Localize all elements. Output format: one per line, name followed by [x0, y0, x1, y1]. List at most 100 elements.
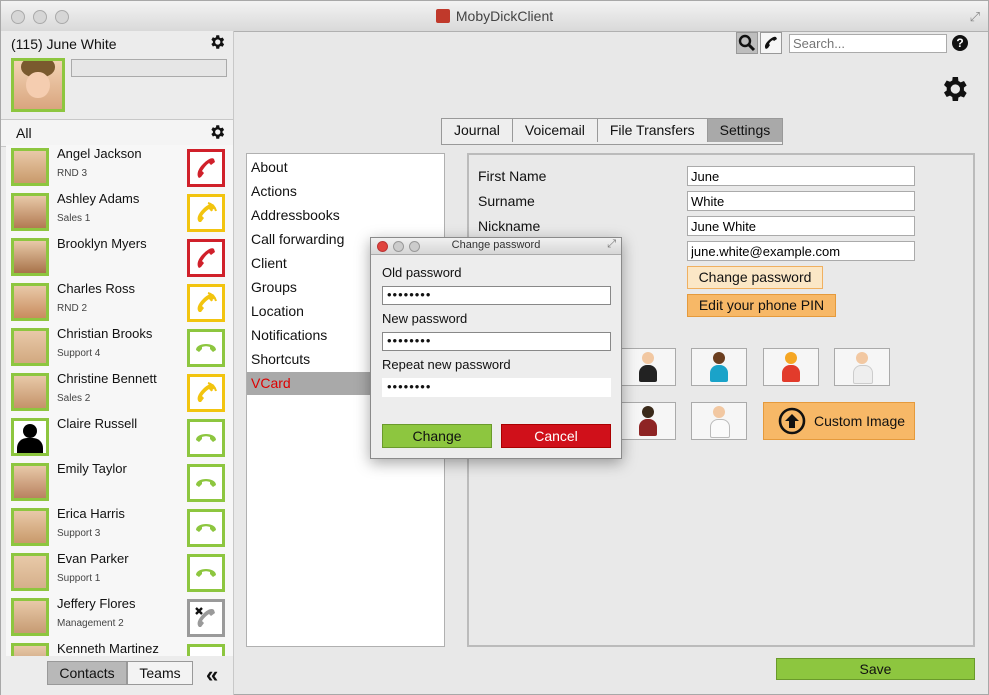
contact-group: RND 2 — [57, 303, 88, 314]
contact-group: Sales 2 — [57, 393, 91, 404]
contact-avatar — [11, 283, 49, 321]
window-title-text: MobyDickClient — [455, 8, 554, 24]
panel-bottom-bar: Contacts Teams « — [1, 656, 233, 695]
search-input[interactable] — [789, 34, 947, 53]
avatar-option-nurse[interactable] — [834, 348, 890, 386]
contact-call-button[interactable] — [187, 374, 225, 412]
change-password-dialog: Change password ⤢ Old password •••••••• … — [370, 237, 622, 459]
avatar-option-orange-hair[interactable] — [763, 348, 819, 386]
app-window: MobyDickClient ⤢ (115) June White All An… — [0, 0, 989, 695]
repeat-password-field[interactable]: •••••••• — [382, 378, 611, 397]
contact-row[interactable]: Christian Brooks Support 4 — [6, 325, 233, 371]
help-icon[interactable]: ? — [952, 35, 968, 51]
old-password-field[interactable]: •••••••• — [382, 286, 611, 305]
contact-row[interactable]: Ashley Adams Sales 1 — [6, 190, 233, 236]
avatar-option-dark-skin[interactable] — [691, 348, 747, 386]
tab-settings[interactable]: Settings — [707, 119, 783, 142]
contact-row[interactable]: Angel Jackson RND 3 — [6, 145, 233, 191]
change-password-button[interactable]: Change password — [687, 266, 823, 289]
tab-journal[interactable]: Journal — [442, 119, 513, 142]
save-button[interactable]: Save — [776, 658, 975, 680]
contact-group: Sales 1 — [57, 213, 91, 224]
contact-avatar — [11, 643, 49, 656]
contact-row[interactable]: Emily Taylor — [6, 460, 233, 506]
contact-call-button[interactable] — [187, 464, 225, 502]
email-field[interactable] — [687, 241, 915, 261]
contact-name: Ashley Adams — [57, 191, 140, 206]
contact-row[interactable]: Kenneth Martinez — [6, 640, 233, 656]
contact-call-button[interactable] — [187, 644, 225, 656]
contact-row[interactable]: Brooklyn Myers — [6, 235, 233, 281]
main-settings-gear-icon[interactable] — [938, 73, 970, 105]
user-avatar[interactable] — [11, 58, 65, 112]
window-title: MobyDickClient — [1, 8, 988, 26]
menu-item-actions[interactable]: Actions — [247, 180, 444, 203]
dial-toggle-button[interactable] — [760, 32, 782, 54]
contact-row[interactable]: Claire Russell — [6, 415, 233, 461]
contact-row[interactable]: Charles Ross RND 2 — [6, 280, 233, 326]
contact-name: Angel Jackson — [57, 146, 142, 161]
contact-avatar — [11, 148, 49, 186]
contact-call-button[interactable] — [187, 149, 225, 187]
contact-name: Evan Parker — [57, 551, 129, 566]
menu-item-about[interactable]: About — [247, 156, 444, 179]
avatar-option-doctor[interactable] — [691, 402, 747, 440]
cancel-button[interactable]: Cancel — [501, 424, 611, 448]
contact-name: Erica Harris — [57, 506, 125, 521]
contact-call-button[interactable] — [187, 329, 225, 367]
tab-file-transfers[interactable]: File Transfers — [598, 119, 708, 142]
contact-call-button[interactable] — [187, 554, 225, 592]
surname-field[interactable] — [687, 191, 915, 211]
new-password-label: New password — [382, 311, 468, 326]
avatar-orange-hair-icon — [780, 352, 802, 382]
phone-ringing-icon — [197, 292, 217, 312]
contact-row[interactable]: Christine Bennett Sales 2 — [6, 370, 233, 416]
collapse-panel-icon[interactable]: « — [206, 662, 218, 688]
repeat-password-label: Repeat new password — [382, 357, 511, 372]
contact-call-button[interactable] — [187, 509, 225, 547]
contact-name: Claire Russell — [57, 416, 138, 431]
fullscreen-icon[interactable]: ⤢ — [970, 9, 980, 25]
contact-avatar — [11, 598, 49, 636]
contact-group: Support 1 — [57, 573, 101, 584]
phone-busy-icon — [197, 248, 215, 268]
dialog-resize-icon[interactable]: ⤢ — [607, 238, 616, 251]
new-password-field[interactable]: •••••••• — [382, 332, 611, 351]
status-message-input[interactable] — [71, 59, 227, 77]
avatar-option-sunglasses[interactable] — [620, 348, 676, 386]
search-toggle-button[interactable] — [736, 32, 758, 54]
contact-call-button[interactable] — [187, 194, 225, 232]
contact-name: Emily Taylor — [57, 461, 127, 476]
contact-row[interactable]: Erica Harris Support 3 — [6, 505, 233, 551]
phone-hung-up-icon — [196, 479, 216, 487]
edit-phone-pin-button[interactable]: Edit your phone PIN — [687, 294, 836, 317]
contact-call-button[interactable] — [187, 419, 225, 457]
nickname-label: Nickname — [478, 218, 541, 234]
first-name-field[interactable] — [687, 166, 915, 186]
filter-label[interactable]: All — [16, 125, 32, 141]
contacts-panel: (115) June White All Angel Jackson RND 3A… — [1, 31, 234, 695]
contact-list[interactable]: Angel Jackson RND 3 Ashley Adams Sales 1 Bro… — [6, 145, 233, 656]
avatar-option-woman[interactable] — [620, 402, 676, 440]
menu-item-addressbooks[interactable]: Addressbooks — [247, 204, 444, 227]
contact-avatar — [11, 553, 49, 591]
avatar-nurse-icon — [851, 352, 873, 384]
contact-group: Support 3 — [57, 528, 101, 539]
filter-settings-gear-icon[interactable] — [208, 123, 226, 141]
custom-image-button[interactable]: Custom Image — [763, 402, 915, 440]
phone-hung-up-icon — [196, 344, 216, 352]
user-settings-gear-icon[interactable] — [208, 33, 226, 51]
phone-ringing-icon — [197, 202, 217, 222]
tab-voicemail[interactable]: Voicemail — [513, 119, 598, 142]
tab-teams[interactable]: Teams — [127, 661, 193, 685]
phone-hung-up-icon — [196, 524, 216, 532]
contact-call-button[interactable] — [187, 239, 225, 277]
change-button[interactable]: Change — [382, 424, 492, 448]
contact-call-button[interactable] — [187, 599, 225, 637]
nickname-field[interactable] — [687, 216, 915, 236]
contact-row[interactable]: Evan Parker Support 1 — [6, 550, 233, 596]
contact-call-button[interactable] — [187, 284, 225, 322]
tab-contacts[interactable]: Contacts — [47, 661, 127, 685]
current-user-label: (115) June White — [11, 36, 117, 52]
contact-row[interactable]: Jeffery Flores Management 2 — [6, 595, 233, 641]
